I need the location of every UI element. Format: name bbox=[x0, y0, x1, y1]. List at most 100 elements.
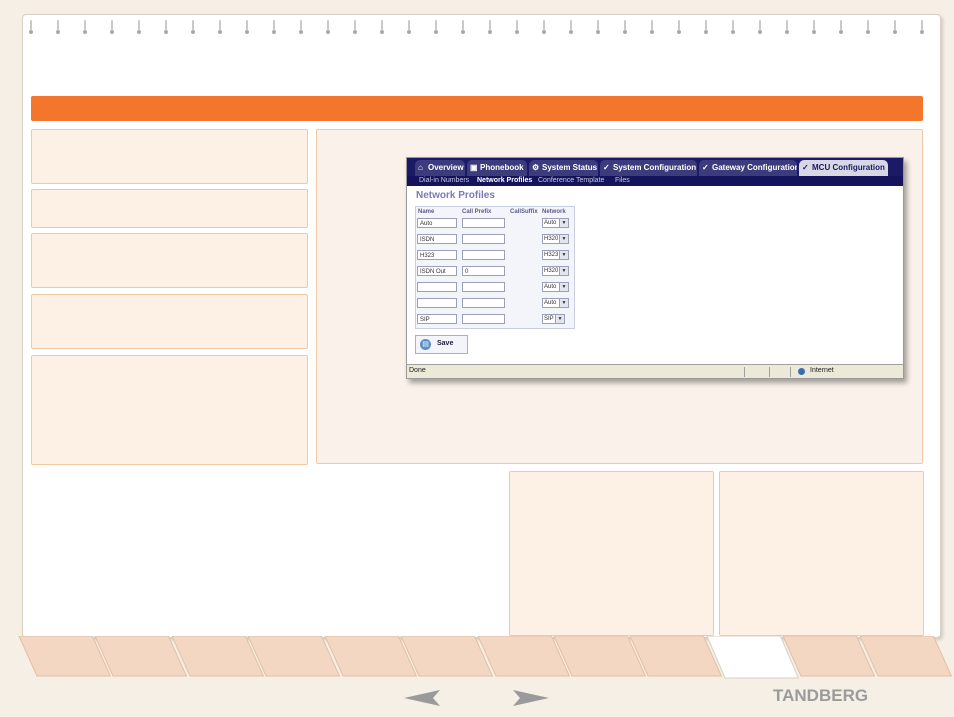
binder-hole bbox=[380, 20, 385, 34]
binder-hole bbox=[137, 20, 142, 34]
browser-status-bar: Done Internet bbox=[407, 364, 903, 378]
table-row: ISDN H320 ▼ bbox=[416, 234, 574, 246]
subtab-conference-template[interactable]: Conference Template bbox=[538, 176, 604, 186]
table-row: ISDN Out 0 H320 ▼ bbox=[416, 266, 574, 278]
binder-hole bbox=[677, 20, 682, 34]
binder-hole bbox=[434, 20, 439, 34]
security-zone: Internet bbox=[810, 367, 834, 374]
binder-hole bbox=[326, 20, 331, 34]
call-prefix-field[interactable] bbox=[462, 234, 505, 244]
info-box-4 bbox=[31, 294, 308, 349]
subtab-files[interactable]: Files bbox=[615, 176, 630, 186]
table-row: H323 H323 ▼ bbox=[416, 250, 574, 262]
column-header-call-suffix: CallSuffix bbox=[510, 209, 538, 215]
network-select[interactable]: H323 ▼ bbox=[542, 250, 569, 260]
profile-name-field[interactable]: ISDN Out bbox=[417, 266, 457, 276]
home-icon: ⌂ bbox=[418, 163, 423, 172]
status-divider bbox=[769, 367, 770, 377]
binder-hole bbox=[461, 20, 466, 34]
binder-hole bbox=[623, 20, 628, 34]
binder-hole bbox=[299, 20, 304, 34]
chevron-down-icon: ▼ bbox=[559, 299, 568, 307]
arrow-right-icon[interactable] bbox=[513, 690, 549, 706]
binder-hole bbox=[704, 20, 709, 34]
arrow-left-icon[interactable] bbox=[404, 690, 440, 706]
network-select[interactable]: Auto ▼ bbox=[542, 282, 569, 292]
status-text: Done bbox=[409, 367, 426, 374]
binder-hole bbox=[191, 20, 196, 34]
network-select[interactable]: Auto ▼ bbox=[542, 218, 569, 228]
network-select[interactable]: H320 ▼ bbox=[542, 266, 569, 276]
phonebook-icon: ▣ bbox=[470, 163, 478, 172]
network-select[interactable]: Auto ▼ bbox=[542, 298, 569, 308]
save-button[interactable]: ▤ Save bbox=[415, 335, 468, 354]
profile-name-field[interactable] bbox=[417, 298, 457, 308]
info-box-2 bbox=[31, 189, 308, 228]
section-tab[interactable] bbox=[18, 636, 112, 680]
binder-hole bbox=[353, 20, 358, 34]
status-divider bbox=[790, 367, 791, 377]
network-select[interactable]: H320 ▼ bbox=[542, 234, 569, 244]
tab-overview[interactable]: ⌂ Overview bbox=[415, 160, 465, 176]
tab-system-status[interactable]: ⚙ System Status bbox=[529, 160, 598, 176]
save-icon: ▤ bbox=[420, 339, 431, 350]
chevron-down-icon: ▼ bbox=[555, 315, 564, 323]
binder-hole bbox=[164, 20, 169, 34]
call-prefix-field[interactable] bbox=[462, 314, 505, 324]
table-row: Auto ▼ bbox=[416, 282, 574, 294]
call-prefix-field[interactable]: 0 bbox=[462, 266, 505, 276]
subtab-dial-in-numbers[interactable]: Dial-in Numbers bbox=[419, 176, 469, 186]
wrench-icon: ✓ bbox=[802, 163, 809, 172]
binder-hole bbox=[29, 20, 34, 34]
binder-hole bbox=[110, 20, 115, 34]
chevron-down-icon: ▼ bbox=[559, 283, 568, 291]
profile-name-field[interactable]: ISDN bbox=[417, 234, 457, 244]
binder-hole bbox=[83, 20, 88, 34]
table-row: Auto ▼ bbox=[416, 298, 574, 310]
tab-phonebook[interactable]: ▣ Phonebook bbox=[467, 160, 527, 176]
page-title: Network Profiles bbox=[416, 190, 495, 201]
info-box-1 bbox=[31, 129, 308, 184]
chevron-down-icon: ▼ bbox=[559, 235, 568, 243]
network-profiles-table: Name Call Prefix CallSuffix Network Auto… bbox=[415, 206, 575, 329]
binder-hole bbox=[569, 20, 574, 34]
call-prefix-field[interactable] bbox=[462, 218, 505, 228]
tandberg-logo: TANDBERG bbox=[773, 686, 869, 705]
binder-hole bbox=[56, 20, 61, 34]
note-box-right bbox=[719, 471, 924, 636]
profile-name-field[interactable]: SIP bbox=[417, 314, 457, 324]
call-prefix-field[interactable] bbox=[462, 282, 505, 292]
binder-hole bbox=[218, 20, 223, 34]
binder-hole bbox=[758, 20, 763, 34]
section-tab[interactable] bbox=[706, 636, 800, 680]
network-select[interactable]: SIP ▼ bbox=[542, 314, 565, 324]
binding-holes bbox=[29, 20, 930, 36]
binder-hole bbox=[542, 20, 547, 34]
column-header-network: Network bbox=[542, 209, 566, 215]
binder-hole bbox=[866, 20, 871, 34]
chevron-down-icon: ▼ bbox=[559, 219, 568, 227]
wrench-icon: ✓ bbox=[702, 163, 709, 172]
table-row: Auto Auto ▼ bbox=[416, 218, 574, 230]
note-box-left bbox=[509, 471, 714, 636]
column-header-name: Name bbox=[418, 209, 435, 215]
profile-name-field[interactable] bbox=[417, 282, 457, 292]
globe-icon bbox=[798, 368, 805, 375]
subtab-network-profiles[interactable]: Network Profiles bbox=[477, 176, 532, 186]
sub-tab-bar: Dial-in Numbers Network Profiles Confere… bbox=[407, 176, 903, 186]
binder-hole bbox=[731, 20, 736, 34]
binder-hole bbox=[650, 20, 655, 34]
profile-name-field[interactable]: Auto bbox=[417, 218, 457, 228]
binder-hole bbox=[245, 20, 250, 34]
tab-system-configuration[interactable]: ✓ System Configuration bbox=[600, 160, 697, 176]
tab-mcu-configuration[interactable]: ✓ MCU Configuration bbox=[799, 160, 888, 176]
binder-hole bbox=[515, 20, 520, 34]
profile-name-field[interactable]: H323 bbox=[417, 250, 457, 260]
tab-gateway-configuration[interactable]: ✓ Gateway Configuration bbox=[699, 160, 797, 176]
call-prefix-field[interactable] bbox=[462, 298, 505, 308]
binder-hole bbox=[596, 20, 601, 34]
info-box-5 bbox=[31, 355, 308, 465]
status-divider bbox=[744, 367, 745, 377]
table-row: SIP SIP ▼ bbox=[416, 314, 574, 326]
call-prefix-field[interactable] bbox=[462, 250, 505, 260]
